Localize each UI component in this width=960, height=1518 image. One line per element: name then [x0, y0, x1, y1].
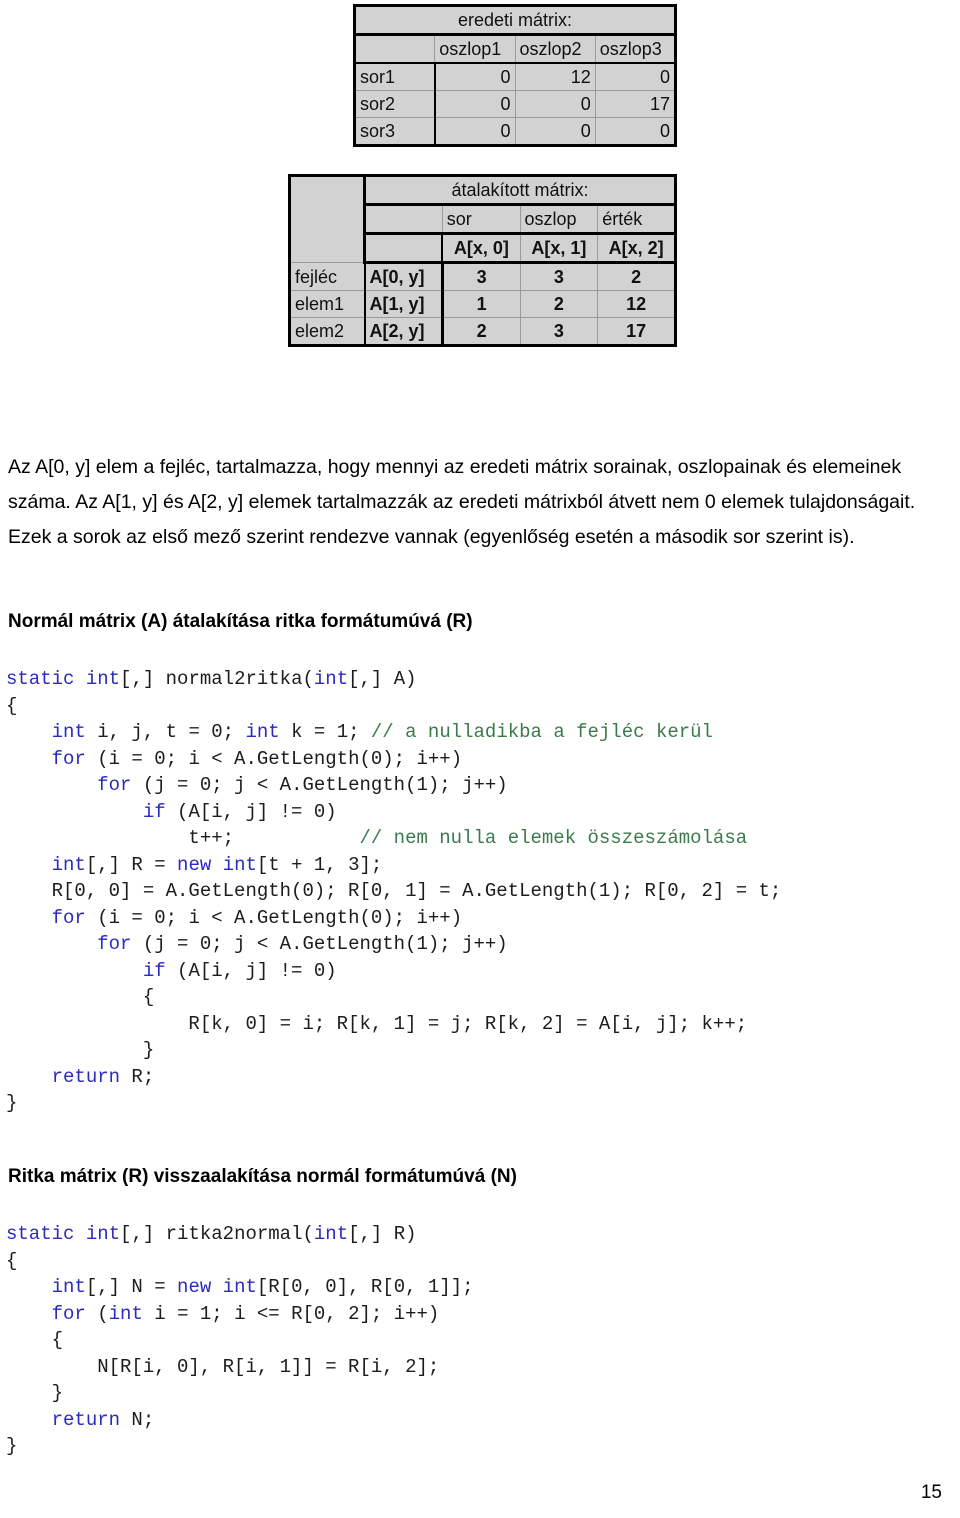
converted-row-ref: A[2, y]	[364, 317, 444, 346]
original-cell: 0	[434, 90, 516, 118]
original-row-label: sor3	[353, 117, 436, 146]
table-row: sor2 0 0 17	[353, 90, 677, 118]
original-cell: 12	[514, 62, 596, 91]
original-corner-cell	[353, 34, 436, 64]
converted-cell: 1	[441, 290, 521, 318]
original-col-header-3: oszlop3	[594, 34, 677, 64]
original-col-header-1: oszlop1	[434, 34, 516, 64]
converted-matrix-title: átalakított mátrix:	[364, 175, 676, 206]
table-row: elem2 A[2, y] 2 3 17	[289, 317, 676, 346]
code-block-ritka2normal: static int[,] ritka2normal(int[,] R) { i…	[6, 1223, 474, 1457]
table-row: fejléc A[0, y] 3 3 2	[289, 262, 676, 291]
original-cell: 0	[434, 62, 516, 91]
original-matrix-table: eredeti mátrix: oszlop1 oszlop2 oszlop3 …	[353, 4, 677, 147]
converted-group-corner	[364, 204, 443, 235]
converted-cell: 2	[519, 290, 599, 318]
converted-row-name: elem1	[289, 290, 366, 318]
converted-cell: 3	[519, 317, 599, 346]
converted-index-header-2: A[x, 2]	[597, 233, 676, 264]
converted-index-corner	[364, 233, 444, 264]
converted-index-header-1: A[x, 1]	[519, 233, 599, 264]
matrix-figure: eredeti mátrix: oszlop1 oszlop2 oszlop3 …	[0, 0, 960, 360]
table-row: átalakított mátrix:	[289, 175, 676, 263]
original-row-label: sor1	[353, 62, 436, 91]
original-cell: 0	[514, 90, 596, 118]
converted-group-header-sor: sor	[441, 204, 521, 235]
table-row: sor3 0 0 0	[353, 117, 677, 146]
original-row-label: sor2	[353, 90, 436, 118]
converted-cell: 12	[597, 290, 676, 318]
section-heading-normal-to-sparse: Normál mátrix (A) átalakítása ritka form…	[8, 610, 473, 632]
original-cell: 17	[594, 90, 677, 118]
converted-group-header-ertek: érték	[597, 204, 676, 235]
converted-row-ref: A[0, y]	[364, 262, 444, 291]
converted-row-ref: A[1, y]	[364, 290, 444, 318]
converted-index-header-0: A[x, 0]	[441, 233, 521, 264]
original-cell: 0	[594, 62, 677, 91]
table-row: eredeti mátrix:	[354, 5, 676, 36]
section-heading-sparse-to-normal: Ritka mátrix (R) visszaalakítása normál …	[8, 1165, 517, 1187]
converted-cell: 3	[519, 262, 599, 291]
original-cell: 0	[594, 117, 677, 146]
original-matrix-title: eredeti mátrix:	[354, 5, 676, 36]
page-number: 15	[920, 1482, 942, 1503]
table-row: elem1 A[1, y] 1 2 12	[289, 290, 676, 318]
table-row: sor1 0 12 0	[353, 62, 677, 91]
converted-cell: 2	[597, 262, 676, 291]
converted-group-header-oszlop: oszlop	[519, 204, 599, 235]
converted-merge-cell	[289, 175, 366, 263]
converted-cell: 3	[441, 262, 521, 291]
code-block-normal2ritka: static int[,] normal2ritka(int[,] A) { i…	[6, 668, 782, 1114]
description-paragraph: Az A[0, y] elem a fejléc, tartalmazza, h…	[8, 455, 916, 548]
original-cell: 0	[514, 117, 596, 146]
table-row: oszlop1 oszlop2 oszlop3	[353, 34, 677, 64]
converted-cell: 2	[441, 317, 521, 346]
original-cell: 0	[434, 117, 516, 146]
converted-row-name: fejléc	[289, 262, 366, 291]
converted-row-name: elem2	[289, 317, 366, 346]
original-col-header-2: oszlop2	[514, 34, 596, 64]
converted-cell: 17	[597, 317, 676, 346]
converted-matrix-table: átalakított mátrix: sor oszlop érték A[x…	[288, 174, 677, 347]
